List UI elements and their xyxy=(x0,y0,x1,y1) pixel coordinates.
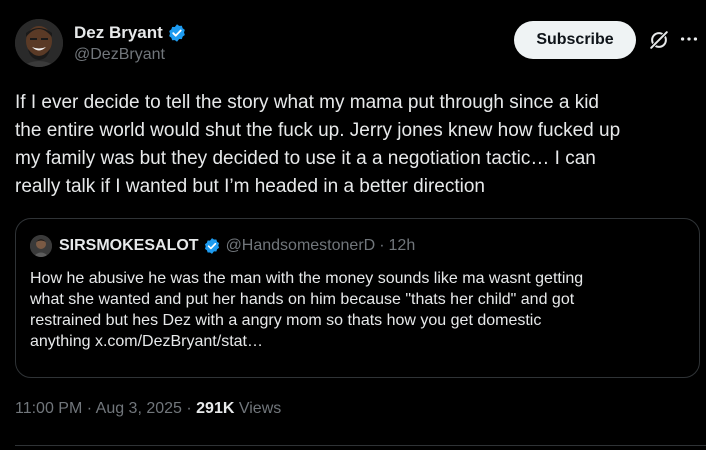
tweet-date[interactable]: Aug 3, 2025 xyxy=(96,400,182,417)
author-avatar[interactable] xyxy=(15,19,63,67)
subscribe-button[interactable]: Subscribe xyxy=(514,21,636,59)
verified-badge-icon[interactable] xyxy=(167,23,187,43)
divider xyxy=(15,445,706,446)
views-count[interactable]: 291K xyxy=(196,400,234,417)
author-display-name[interactable]: Dez Bryant xyxy=(74,23,163,43)
quote-separator: · xyxy=(379,237,385,254)
quote-text: How he abusive he was the man with the m… xyxy=(30,270,584,350)
quote-header: SIRSMOKESALOT @HandsomestonerD · 12h xyxy=(30,235,415,257)
tweet-meta: 11:00 PM · Aug 3, 2025 · 291K Views xyxy=(15,400,281,418)
grok-icon[interactable] xyxy=(648,29,670,51)
quoted-tweet[interactable]: SIRSMOKESALOT @HandsomestonerD · 12h How… xyxy=(15,218,700,378)
tweet-text: If I ever decide to tell the story what … xyxy=(15,92,621,197)
views-label: Views xyxy=(234,400,282,417)
author-handle[interactable]: @DezBryant xyxy=(74,46,187,64)
quote-timestamp[interactable]: 12h xyxy=(389,237,416,255)
meta-separator: · xyxy=(82,400,96,417)
meta-separator: · xyxy=(181,400,197,417)
quote-display-name[interactable]: SIRSMOKESALOT xyxy=(59,237,199,255)
tweet-time[interactable]: 11:00 PM xyxy=(15,400,82,417)
avatar-image xyxy=(15,19,63,67)
author-block: Dez Bryant @DezBryant xyxy=(74,21,187,64)
author-name-row: Dez Bryant xyxy=(74,21,187,45)
more-icon[interactable] xyxy=(678,28,700,50)
quote-handle: @HandsomestonerD xyxy=(225,237,376,254)
tweet: Dez Bryant @DezBryant Subscribe If I eve… xyxy=(0,0,706,450)
quote-avatar[interactable] xyxy=(30,235,52,257)
quote-verified-badge-icon xyxy=(204,238,219,254)
quote-avatar-image xyxy=(30,235,52,257)
